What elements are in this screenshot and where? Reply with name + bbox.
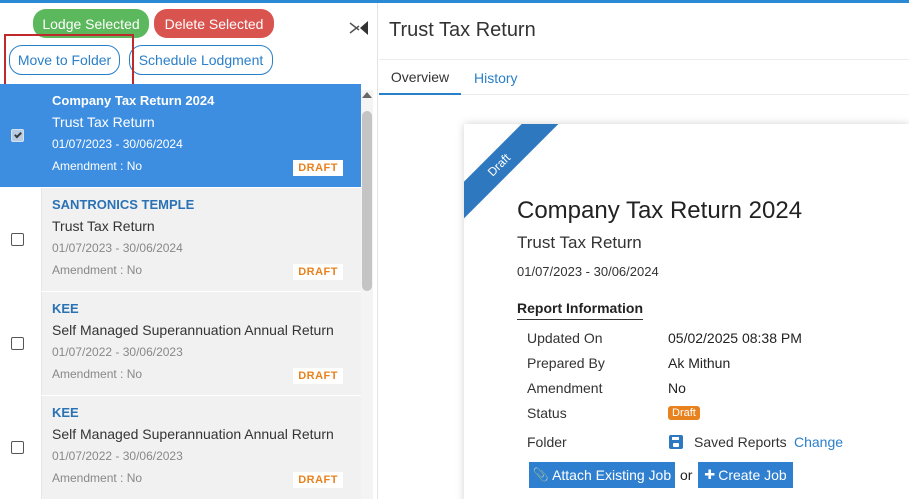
item-name: KEE <box>52 301 79 316</box>
item-type: Trust Tax Return <box>52 114 155 130</box>
list-scrollbar[interactable] <box>361 90 373 499</box>
attach-existing-job-label: Attach Existing Job <box>552 467 672 483</box>
folder-label: Folder <box>527 434 567 450</box>
item-type: Self Managed Superannuation Annual Retur… <box>52 426 334 442</box>
report-type: Trust Tax Return <box>517 233 642 252</box>
schedule-lodgment-button[interactable]: Schedule Lodgment <box>129 45 273 75</box>
item-name: SANTRONICS TEMPLE <box>52 197 195 212</box>
checkbox-column <box>0 396 42 499</box>
attach-existing-job-button[interactable]: 📎 Attach Existing Job <box>529 462 675 488</box>
save-icon <box>669 435 683 449</box>
report-dates: 01/07/2023 - 30/06/2024 <box>517 264 659 279</box>
delete-selected-button[interactable]: Delete Selected <box>154 9 274 38</box>
status-badge: DRAFT <box>293 264 343 280</box>
folder-value: Saved Reports <box>694 434 787 450</box>
annotation-highlight-box <box>4 34 134 90</box>
checkmark-icon <box>14 130 22 139</box>
plus-icon: ✚ <box>704 467 716 482</box>
item-dates: 01/07/2022 - 30/06/2023 <box>52 345 183 359</box>
updated-on-label: Updated On <box>527 330 603 346</box>
status-badge: DRAFT <box>293 160 343 176</box>
page-title: Trust Tax Return <box>389 19 536 41</box>
item-checkbox[interactable] <box>11 233 24 246</box>
amendment-value: No <box>668 380 686 396</box>
status-label: Status <box>527 405 567 421</box>
checkbox-column <box>0 292 42 395</box>
prepared-by-value: Ak Mithun <box>668 355 731 371</box>
list-item-content[interactable]: Company Tax Return 2024 Trust Tax Return… <box>42 84 361 187</box>
checkbox-column <box>0 84 42 187</box>
paperclip-icon: 📎 <box>532 467 550 482</box>
detail-panel: Trust Tax Return Overview History Draft … <box>379 3 909 499</box>
updated-on-value: 05/02/2025 08:38 PM <box>668 330 802 346</box>
item-dates: 01/07/2022 - 30/06/2023 <box>52 449 183 463</box>
item-name: Company Tax Return 2024 <box>52 93 215 108</box>
report-card: Draft Company Tax Return 2024 Trust Tax … <box>464 124 909 499</box>
item-dates: 01/07/2023 - 30/06/2024 <box>52 241 183 255</box>
list-item[interactable]: Company Tax Return 2024 Trust Tax Return… <box>0 84 361 188</box>
prepared-by-label: Prepared By <box>527 355 605 371</box>
returns-list: Company Tax Return 2024 Trust Tax Return… <box>0 84 361 499</box>
item-checkbox[interactable] <box>11 129 24 142</box>
item-checkbox[interactable] <box>11 337 24 350</box>
section-heading: Report Information <box>517 300 643 320</box>
item-name: KEE <box>52 405 79 420</box>
scroll-up-arrow-icon[interactable] <box>362 92 372 98</box>
report-title: Company Tax Return 2024 <box>517 197 803 224</box>
tab-overview[interactable]: Overview <box>379 60 461 95</box>
amendment-label: Amendment <box>527 380 603 396</box>
list-item-content[interactable]: KEE Self Managed Superannuation Annual R… <box>42 292 361 395</box>
checkbox-column <box>0 188 42 291</box>
or-text: or <box>680 467 693 483</box>
item-dates: 01/07/2023 - 30/06/2024 <box>52 137 183 151</box>
item-type: Self Managed Superannuation Annual Retur… <box>52 322 334 338</box>
create-job-label: Create Job <box>718 467 787 483</box>
scroll-thumb[interactable] <box>362 111 372 291</box>
status-badge: DRAFT <box>293 472 343 488</box>
status-badge: DRAFT <box>293 368 343 384</box>
item-type: Trust Tax Return <box>52 218 155 234</box>
item-checkbox[interactable] <box>11 441 24 454</box>
returns-list-panel: Lodge Selected Delete Selected Move to F… <box>0 3 378 499</box>
list-item[interactable]: SANTRONICS TEMPLE Trust Tax Return 01/07… <box>0 188 361 292</box>
collapse-left-icon[interactable] <box>348 19 370 37</box>
tab-history[interactable]: History <box>474 60 518 95</box>
change-folder-link[interactable]: Change <box>794 434 843 450</box>
status-badge: Draft <box>668 406 700 420</box>
list-item-content[interactable]: KEE Self Managed Superannuation Annual R… <box>42 396 361 499</box>
list-item[interactable]: KEE Self Managed Superannuation Annual R… <box>0 396 361 499</box>
detail-tabs: Overview History <box>379 59 909 95</box>
create-job-button[interactable]: ✚ Create Job <box>698 462 793 488</box>
list-item[interactable]: KEE Self Managed Superannuation Annual R… <box>0 292 361 396</box>
list-item-content[interactable]: SANTRONICS TEMPLE Trust Tax Return 01/07… <box>42 188 361 291</box>
